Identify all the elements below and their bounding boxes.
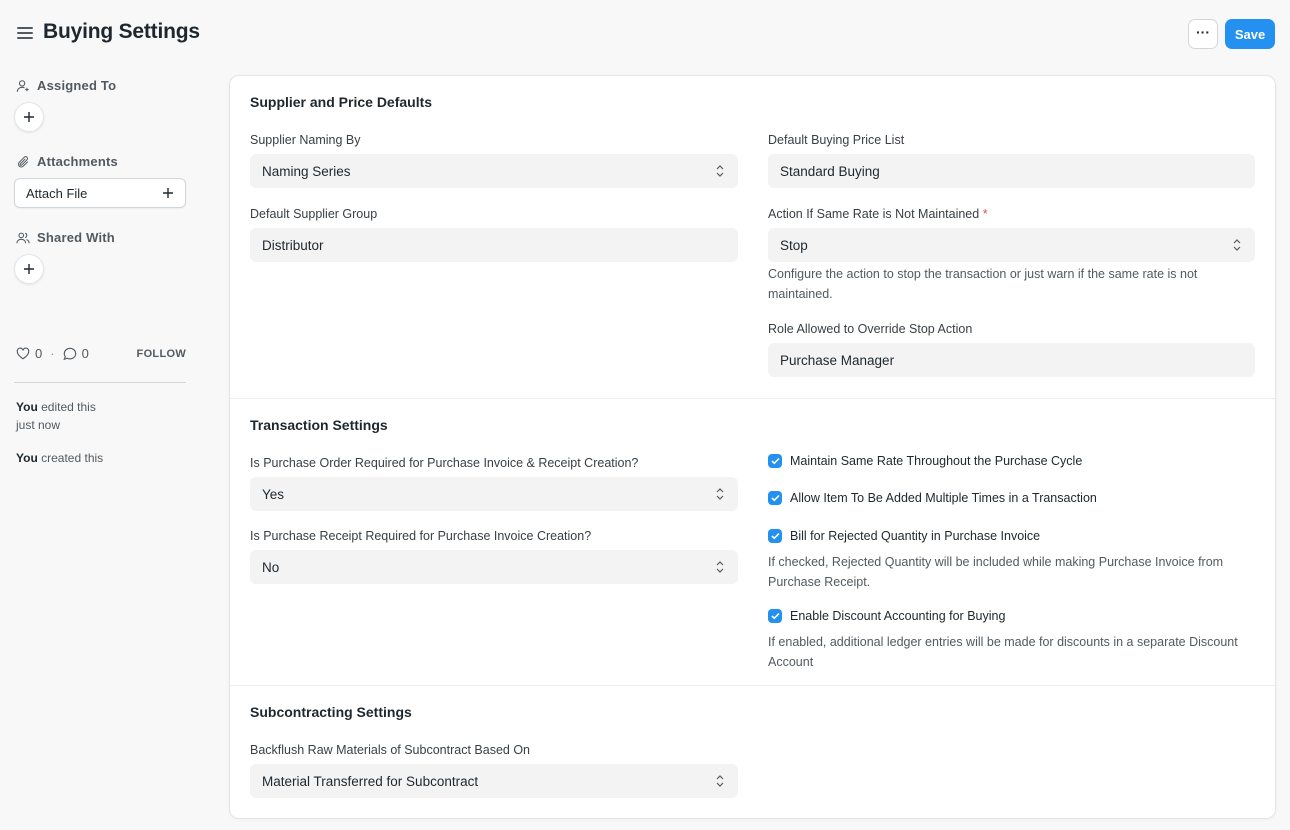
checkbox-checked-icon[interactable] — [768, 609, 782, 623]
bill-rejected-qty-description: If checked, Rejected Quantity will be in… — [768, 553, 1255, 592]
attach-file-button[interactable]: Attach File — [14, 178, 186, 208]
sidebar-divider — [14, 382, 186, 383]
description-line: Purchase Receipt. — [768, 574, 871, 589]
supplier-naming-label: Supplier Naming By — [250, 133, 361, 147]
heart-icon — [16, 347, 30, 360]
sidebar: Assigned To Attachments Attach File Shar… — [0, 68, 200, 828]
bill-rejected-qty-label: Bill for Rejected Quantity in Purchase I… — [790, 529, 1041, 543]
select-chevron-icon — [716, 165, 724, 177]
checkbox-checked-icon[interactable] — [768, 529, 782, 543]
follow-button[interactable]: FOLLOW — [137, 348, 186, 360]
plus-icon — [24, 264, 34, 274]
comment-icon — [62, 347, 76, 360]
more-actions-button[interactable]: ··· — [1188, 19, 1218, 49]
checkbox-checked-icon[interactable] — [768, 491, 782, 505]
same-rate-action-value: Stop — [780, 237, 808, 253]
maintain-same-rate-label: Maintain Same Rate Throughout the Purcha… — [790, 454, 1083, 468]
role-override-input[interactable]: Purchase Manager — [768, 343, 1255, 377]
description-line: If checked, Rejected Quantity will be in… — [768, 555, 1224, 569]
section-title-transaction: Transaction Settings — [250, 417, 388, 433]
add-assignment-button[interactable] — [14, 102, 44, 132]
pr-required-value: No — [262, 559, 280, 575]
activity-actor: You — [16, 451, 38, 465]
plus-icon — [24, 112, 34, 122]
description-line: Configure the action to stop the transac… — [768, 267, 1198, 281]
po-required-select[interactable]: Yes — [250, 477, 738, 511]
separator-dot: · — [50, 346, 55, 361]
activity-item: You created this — [16, 449, 116, 467]
select-chevron-icon — [716, 488, 724, 500]
users-icon — [16, 232, 30, 243]
discount-accounting-description: If enabled, additional ledger entries wi… — [768, 633, 1255, 672]
activity-time: just now — [16, 418, 61, 432]
page-title: Buying Settings — [43, 20, 200, 43]
checkbox-checked-icon[interactable] — [768, 454, 782, 468]
activity-text: edited this — [41, 400, 96, 414]
required-indicator: * — [982, 207, 988, 221]
role-override-value: Purchase Manager — [780, 352, 895, 368]
attachments-label: Attachments — [37, 154, 118, 169]
attachments-heading: Attachments — [16, 154, 118, 169]
form-card: Supplier and Price Defaults Supplier Nam… — [229, 75, 1276, 819]
plus-icon — [163, 188, 173, 198]
social-stats: 0 · 0 FOLLOW — [16, 346, 186, 361]
po-required-label: Is Purchase Order Required for Purchase … — [250, 456, 639, 470]
po-required-value: Yes — [262, 486, 285, 502]
default-supplier-group-label: Default Supplier Group — [250, 207, 378, 221]
default-price-list-value: Standard Buying — [780, 163, 880, 179]
backflush-label: Backflush Raw Materials of Subcontract B… — [250, 743, 530, 757]
section-divider — [230, 685, 1275, 686]
like-count: 0 — [35, 346, 43, 361]
default-supplier-group-input[interactable]: Distributor — [250, 228, 738, 262]
shared-with-label: Shared With — [37, 230, 115, 245]
section-title-subcontracting: Subcontracting Settings — [250, 704, 412, 720]
default-price-list-label: Default Buying Price List — [768, 133, 905, 147]
user-add-icon — [16, 79, 29, 92]
menu-icon[interactable] — [17, 27, 33, 39]
activity-actor: You — [16, 400, 38, 414]
enable-discount-accounting-checkbox[interactable]: Enable Discount Accounting for Buying — [768, 609, 1005, 623]
same-rate-action-select[interactable]: Stop — [768, 228, 1255, 262]
maintain-same-rate-checkbox[interactable]: Maintain Same Rate Throughout the Purcha… — [768, 454, 1082, 468]
save-button[interactable]: Save — [1225, 19, 1275, 49]
supplier-naming-select[interactable]: Naming Series — [250, 154, 738, 188]
like-button[interactable]: 0 — [16, 346, 42, 361]
comments-button[interactable]: 0 — [62, 346, 89, 361]
add-share-button[interactable] — [14, 254, 44, 284]
select-chevron-icon — [716, 561, 724, 573]
allow-multiple-items-label: Allow Item To Be Added Multiple Times in… — [790, 491, 1097, 505]
allow-multiple-items-checkbox[interactable]: Allow Item To Be Added Multiple Times in… — [768, 491, 1097, 505]
supplier-naming-value: Naming Series — [262, 163, 351, 179]
assigned-to-label: Assigned To — [37, 78, 117, 93]
pr-required-label: Is Purchase Receipt Required for Purchas… — [250, 529, 592, 543]
shared-with-heading: Shared With — [16, 230, 115, 245]
page-header: Buying Settings ··· Save — [0, 0, 1290, 68]
default-supplier-group-value: Distributor — [262, 237, 324, 253]
pr-required-select[interactable]: No — [250, 550, 738, 584]
description-line: If enabled, additional ledger entries wi… — [768, 635, 1238, 649]
attach-file-label: Attach File — [26, 185, 88, 201]
same-rate-action-description: Configure the action to stop the transac… — [768, 265, 1255, 304]
same-rate-action-label-text: Action If Same Rate is Not Maintained — [768, 207, 980, 221]
same-rate-action-label: Action If Same Rate is Not Maintained * — [768, 207, 988, 221]
default-price-list-input[interactable]: Standard Buying — [768, 154, 1255, 188]
enable-discount-accounting-label: Enable Discount Accounting for Buying — [790, 609, 1006, 623]
activity-item: You edited this just now — [16, 398, 116, 434]
backflush-value: Material Transferred for Subcontract — [262, 773, 479, 789]
comment-count: 0 — [81, 346, 89, 361]
bill-rejected-qty-checkbox[interactable]: Bill for Rejected Quantity in Purchase I… — [768, 529, 1040, 543]
select-chevron-icon — [1233, 239, 1241, 251]
paperclip-icon — [17, 155, 29, 167]
assigned-to-heading: Assigned To — [16, 78, 116, 93]
description-line: maintained. — [768, 286, 833, 301]
section-divider — [230, 398, 1275, 399]
backflush-select[interactable]: Material Transferred for Subcontract — [250, 764, 738, 798]
select-chevron-icon — [716, 775, 724, 787]
activity-text: created this — [41, 451, 104, 465]
description-line: Account — [768, 654, 814, 669]
role-override-label: Role Allowed to Override Stop Action — [768, 322, 973, 336]
section-title-supplier: Supplier and Price Defaults — [250, 94, 433, 110]
